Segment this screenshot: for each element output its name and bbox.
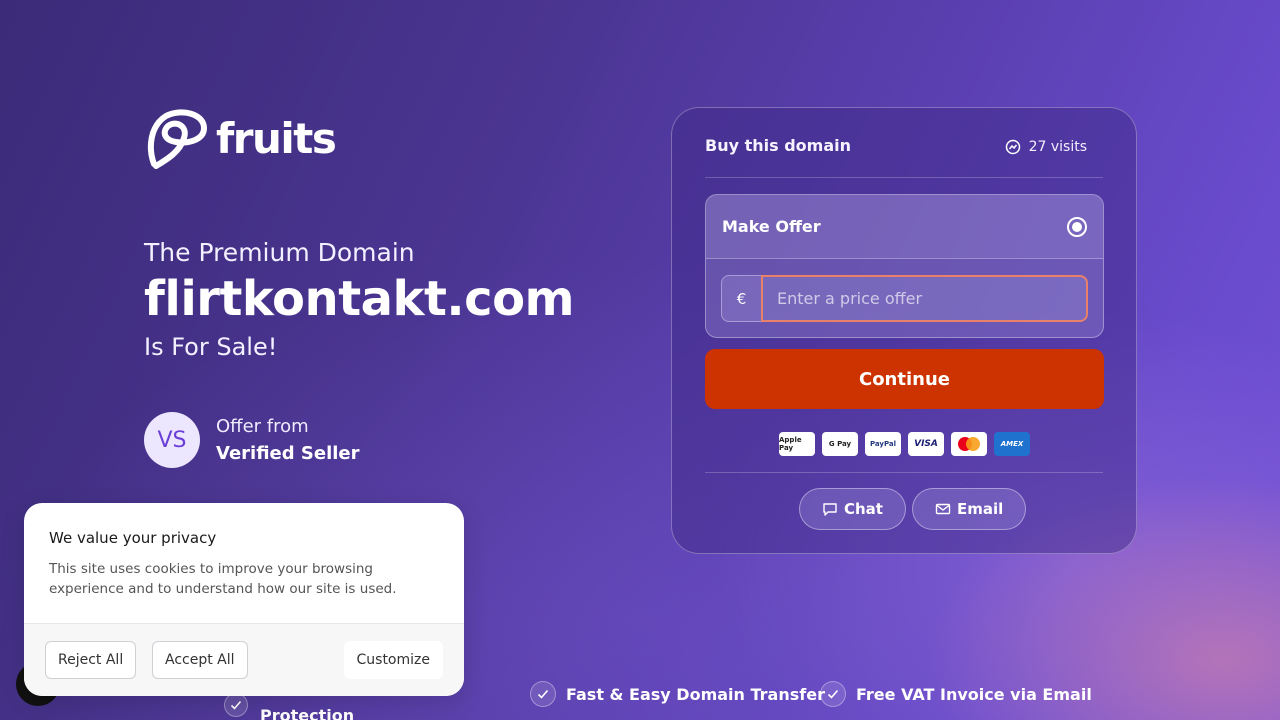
hero-subtitle: The Premium Domain [144,238,415,267]
mastercard-icon [951,432,987,456]
check-icon [224,692,248,717]
chat-icon [823,503,837,516]
email-button[interactable]: Email [911,488,1027,530]
cookie-body: We value your privacy This site uses coo… [24,503,464,624]
visa-icon: VISA [908,432,944,456]
feature-domain-transfer: Fast & Easy Domain Transfer [530,681,825,707]
paypal-icon: PayPal [865,432,901,456]
chat-button[interactable]: Chat [799,488,906,530]
seller-label: Offer from [216,416,309,437]
domain-name: flirtkontakt.com [144,271,575,327]
make-offer-label: Make Offer [722,217,821,236]
make-offer-row[interactable]: Make Offer [706,195,1103,259]
feature-label: Protection [260,706,355,720]
amex-icon: AMEX [994,432,1030,456]
continue-button[interactable]: Continue [705,349,1104,409]
visits-counter: 27 visits [1005,136,1087,158]
price-offer-input[interactable] [761,275,1088,322]
cookie-text: This site uses cookies to improve your b… [49,561,397,597]
cookie-consent-banner: We value your privacy This site uses coo… [24,503,464,696]
payment-methods: Apple Pay G Pay PayPal VISA AMEX [779,432,1030,456]
cookie-title: We value your privacy [49,529,217,547]
visits-label: 27 visits [1028,139,1087,155]
make-offer-option[interactable]: Make Offer € [705,194,1104,338]
seller-info: VS Offer from Verified Seller [144,412,360,468]
check-icon [530,681,556,707]
brand-name: fruits [216,113,337,163]
price-offer-group: € [721,275,1088,322]
reject-all-button[interactable]: Reject All [45,641,137,679]
hero-tagline: Is For Sale! [144,333,278,361]
currency-symbol: € [721,275,761,322]
email-label: Email [956,500,1004,518]
card-divider [705,472,1103,473]
fruits-logo-icon [147,109,208,169]
apple-pay-icon: Apple Pay [779,432,815,456]
google-pay-icon: G Pay [822,432,858,456]
seller-text: Offer from Verified Seller [216,416,360,464]
seller-avatar: VS [144,412,200,468]
feature-label: Fast & Easy Domain Transfer [566,684,825,704]
check-icon [820,681,846,707]
radio-selected-dot [1072,221,1082,232]
trend-icon [1005,139,1020,155]
contact-buttons: Chat Email [799,488,1027,530]
seller-name: Verified Seller [216,443,360,464]
chat-label: Chat [844,500,883,518]
card-header: Buy this domain 27 visits [705,136,1103,178]
customize-button[interactable]: Customize [343,641,443,679]
hero: The Premium Domain flirtkontakt.com Is F… [144,238,575,361]
mail-icon [935,503,951,515]
buy-domain-card: Buy this domain 27 visits Make Offer € C… [671,107,1137,554]
feature-label: Free VAT Invoice via Email [856,684,1092,704]
feature-vat-invoice: Free VAT Invoice via Email [820,681,1092,707]
card-title: Buy this domain [705,136,851,155]
cookie-actions: Reject All Accept All Customize [24,624,464,696]
brand-logo[interactable]: fruits [144,108,337,172]
accept-all-button[interactable]: Accept All [152,641,248,679]
make-offer-radio[interactable] [1067,216,1087,237]
